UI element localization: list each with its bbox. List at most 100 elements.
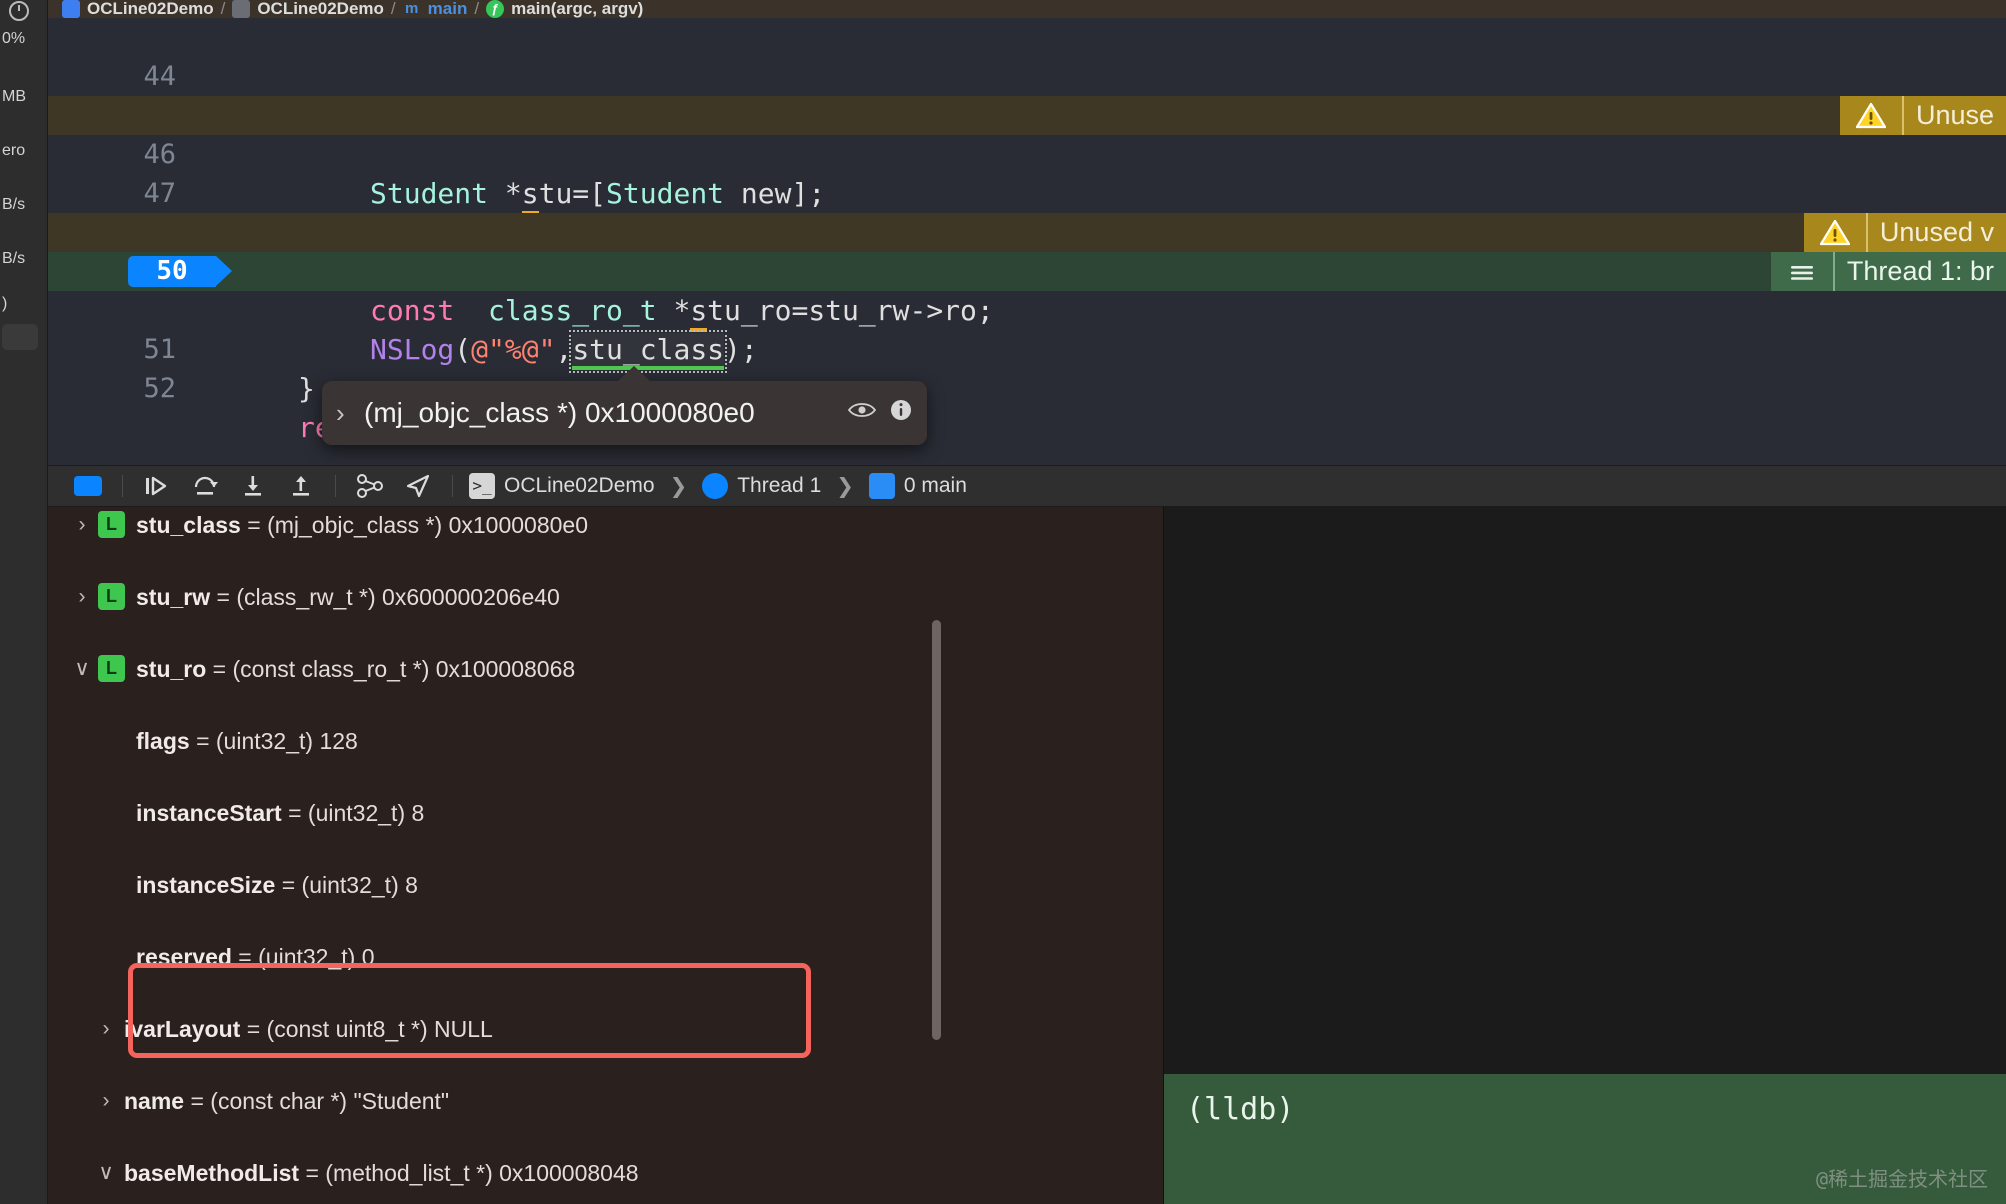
divider bbox=[122, 475, 123, 497]
chevron-right-icon[interactable]: › bbox=[336, 398, 352, 429]
divider bbox=[452, 475, 453, 497]
simulate-location-button[interactable] bbox=[394, 465, 442, 507]
breakpoint-line-marker[interactable]: 50 bbox=[128, 256, 216, 287]
code-line-46[interactable]: 46 Student *stu=[Student new]; Unuse bbox=[48, 96, 2006, 135]
function-icon: ƒ bbox=[486, 0, 504, 18]
chevron-right-icon[interactable]: › bbox=[72, 579, 92, 615]
variable-name: stu_ro bbox=[136, 656, 206, 682]
variable-value: = (uint32_t) 8 bbox=[275, 872, 418, 898]
jump-bar-item-2[interactable]: main bbox=[428, 0, 468, 18]
code-line-49[interactable]: 49 const class_ro_t *stu_ro=stu_rw->ro; … bbox=[48, 213, 2006, 252]
variables-view[interactable]: › L stu_class = (mj_objc_class *) 0x1000… bbox=[48, 507, 1163, 1204]
code-token: } bbox=[298, 372, 315, 405]
datatip-value: (mj_objc_class *) 0x1000080e0 bbox=[364, 397, 835, 429]
code-line-47[interactable]: 47 mj_objc_class *stu_class=(__bridge mj… bbox=[48, 135, 2006, 174]
left-strip-gauge-icon bbox=[0, 0, 48, 26]
debug-thread-label[interactable]: Thread 1 bbox=[737, 474, 821, 498]
step-out-button[interactable] bbox=[277, 465, 325, 507]
variable-row[interactable]: › L stu_class = (mj_objc_class *) 0x1000… bbox=[48, 507, 1163, 543]
chevron-right-icon[interactable]: › bbox=[96, 1011, 116, 1047]
chevron-down-icon[interactable]: ∨ bbox=[96, 1155, 116, 1191]
chevron-right-icon[interactable]: › bbox=[96, 1083, 116, 1119]
toggle-debug-area-button[interactable] bbox=[64, 465, 112, 507]
chevron-right-icon[interactable]: › bbox=[72, 507, 92, 543]
variables-scrollbar[interactable] bbox=[932, 620, 941, 1040]
debug-datatip-popover[interactable]: › (mj_objc_class *) 0x1000080e0 bbox=[322, 381, 927, 445]
left-strip-label-4: B/s bbox=[0, 250, 48, 268]
thread-icon bbox=[702, 473, 728, 499]
continue-button[interactable] bbox=[133, 465, 181, 507]
jump-bar[interactable]: OCLine02Demo / OCLine02Demo / m main / ƒ… bbox=[48, 0, 2006, 18]
variable-value: = (const uint8_t *) NULL bbox=[240, 1016, 492, 1042]
step-into-button[interactable] bbox=[229, 465, 277, 507]
debug-view-hierarchy-button[interactable] bbox=[346, 465, 394, 507]
variable-row[interactable]: ∨ baseMethodList = (method_list_t *) 0x1… bbox=[48, 1155, 1163, 1191]
variable-name: instanceStart bbox=[136, 800, 282, 826]
console-output-area[interactable]: (lldb) @稀土掘金技术社区 bbox=[1163, 507, 2006, 1204]
variable-row[interactable]: instanceSize = (uint32_t) 8 bbox=[48, 867, 1163, 903]
local-badge: L bbox=[98, 655, 125, 682]
variable-value: = (class_rw_t *) 0x600000206e40 bbox=[210, 584, 560, 610]
variable-value: = (const class_ro_t *) 0x100008068 bbox=[206, 656, 575, 682]
jump-bar-item-0[interactable]: OCLine02Demo bbox=[87, 0, 214, 18]
left-strip-pill[interactable] bbox=[2, 324, 38, 350]
variable-value: = (mj_objc_class *) 0x1000080e0 bbox=[241, 512, 588, 538]
left-strip-label-5: ) bbox=[0, 295, 48, 313]
variable-row[interactable]: › ivarLayout = (const uint8_t *) NULL bbox=[48, 1011, 1163, 1047]
debug-frame-label[interactable]: 0 main bbox=[904, 474, 967, 498]
chevron-down-icon[interactable]: ∨ bbox=[72, 651, 92, 687]
debug-breadcrumb[interactable]: >_ OCLine02Demo ❯ Thread 1 ❯ 0 main bbox=[469, 473, 967, 499]
left-strip-label-2: ero bbox=[0, 142, 48, 160]
folder-icon bbox=[232, 0, 250, 18]
breadcrumb-separator: ❯ bbox=[836, 474, 854, 499]
variable-name: reserved bbox=[136, 944, 232, 970]
code-line-44[interactable]: 44 @autoreleasepool { bbox=[48, 18, 2006, 57]
lldb-prompt: (lldb) bbox=[1186, 1092, 1294, 1127]
frame-icon bbox=[869, 473, 895, 499]
issue-badge-runtime-50[interactable]: Thread 1: br bbox=[1771, 252, 2006, 291]
terminal-icon: >_ bbox=[469, 473, 495, 499]
breadcrumb-separator: ❯ bbox=[670, 474, 688, 499]
info-circle-icon[interactable] bbox=[889, 398, 913, 429]
left-strip-label-3: B/s bbox=[0, 196, 48, 214]
file-icon: m bbox=[403, 0, 421, 18]
code-line-51[interactable]: 51 } bbox=[48, 291, 2006, 330]
debug-process-label[interactable]: OCLine02Demo bbox=[504, 474, 655, 498]
variable-row[interactable]: › L stu_rw = (class_rw_t *) 0x600000206e… bbox=[48, 579, 1163, 615]
jump-bar-item-1[interactable]: OCLine02Demo bbox=[257, 0, 384, 18]
issue-badge-warning-46[interactable]: Unuse bbox=[1840, 96, 2006, 135]
variable-name: baseMethodList bbox=[124, 1160, 299, 1186]
issue-text: Thread 1: br bbox=[1833, 252, 2006, 291]
code-line-52[interactable]: 52 retu bbox=[48, 330, 2006, 369]
issue-text: Unused v bbox=[1866, 213, 2006, 252]
step-over-button[interactable] bbox=[181, 465, 229, 507]
left-strip-label-0: 0% bbox=[0, 30, 48, 48]
lldb-console[interactable]: (lldb) @稀土掘金技术社区 bbox=[1164, 1074, 2006, 1204]
issue-badge-warning-49[interactable]: Unused v bbox=[1804, 213, 2006, 252]
variable-name: stu_rw bbox=[136, 584, 210, 610]
variable-row[interactable]: reserved = (uint32_t) 0 bbox=[48, 939, 1163, 975]
code-line-45[interactable]: 45 bbox=[48, 57, 2006, 96]
jump-bar-separator-0: / bbox=[221, 0, 226, 18]
jump-bar-separator-2: / bbox=[474, 0, 479, 18]
watermark-label: @稀土掘金技术社区 bbox=[1816, 1163, 1988, 1192]
eye-icon[interactable] bbox=[847, 399, 877, 427]
left-strip-label-1: MB bbox=[0, 88, 48, 106]
project-icon bbox=[62, 0, 80, 18]
variable-row[interactable]: flags = (uint32_t) 128 bbox=[48, 723, 1163, 759]
divider bbox=[335, 475, 336, 497]
line-number: 52 bbox=[48, 369, 198, 408]
variable-value: = (const char *) "Student" bbox=[184, 1088, 449, 1114]
code-line-50[interactable]: 50 NSLog(@"%@",stu_class); Thread 1: br bbox=[48, 252, 2006, 291]
local-badge: L bbox=[98, 511, 125, 538]
code-line-48[interactable]: 48 class_rw_t *stu_rw=stu_class->data(); bbox=[48, 174, 2006, 213]
variable-row[interactable]: › name = (const char *) "Student" bbox=[48, 1083, 1163, 1119]
left-inspector-strip: 0% MB ero B/s B/s ) bbox=[0, 0, 48, 1204]
debug-bar: >_ OCLine02Demo ❯ Thread 1 ❯ 0 main bbox=[48, 465, 2006, 507]
variable-row[interactable]: instanceStart = (uint32_t) 8 bbox=[48, 795, 1163, 831]
variable-value: = (uint32_t) 8 bbox=[282, 800, 425, 826]
jump-bar-item-3[interactable]: main(argc, argv) bbox=[511, 0, 643, 18]
variable-value: = (uint32_t) 128 bbox=[190, 728, 358, 754]
variable-row[interactable]: ∨ L stu_ro = (const class_ro_t *) 0x1000… bbox=[48, 651, 1163, 687]
variable-name: instanceSize bbox=[136, 872, 275, 898]
